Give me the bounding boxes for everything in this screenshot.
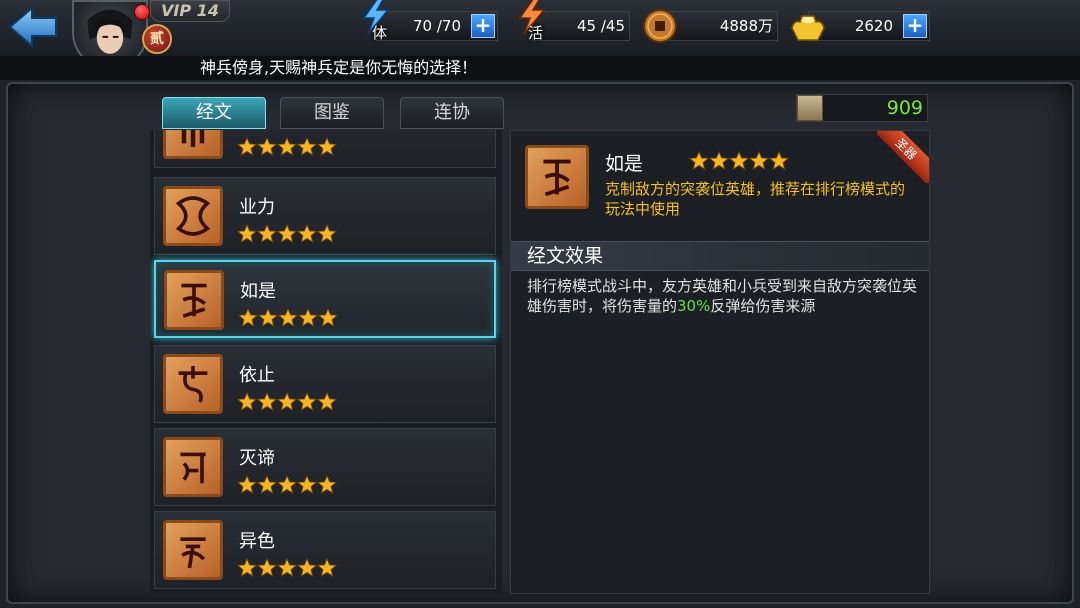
tab-scripture[interactable]: 经文 — [162, 97, 266, 129]
coin-value: 4888万 — [719, 17, 773, 35]
detail-description: 克制敌方的突袭位英雄，推荐在排行榜模式的玩法中使用 — [605, 180, 906, 218]
list-item[interactable]: 依止 — [154, 345, 496, 423]
star-rating — [237, 475, 337, 495]
vip-badge[interactable]: VIP 14 — [150, 0, 230, 22]
copper-coin-icon — [643, 9, 677, 43]
scripture-rune-icon — [164, 270, 224, 330]
list-item[interactable] — [154, 130, 496, 168]
list-item[interactable]: 灭谛 — [154, 428, 496, 506]
effect-description: 排行榜模式战斗中，友方英雄和小兵受到来自敌方突袭位英雄伤害时，将伤害量的30%反… — [527, 276, 919, 316]
effect-text-part: 反弹给伤害来源 — [710, 297, 816, 315]
gold-plus-button[interactable]: + — [903, 14, 927, 38]
list-item-name: 灭谛 — [239, 448, 275, 469]
scroll-resource: 909 — [796, 94, 928, 122]
list-item-name: 业力 — [239, 197, 275, 218]
list-item-name: 如是 — [240, 281, 276, 302]
effect-highlight-value: 30% — [677, 297, 711, 315]
rarity-ribbon: 圣器 — [877, 131, 929, 183]
scripture-rune-icon — [525, 145, 589, 209]
activity-value: 45 /45 — [577, 17, 625, 35]
star-icon — [318, 308, 338, 327]
star-icon — [257, 558, 277, 577]
list-item-selected[interactable]: 如是 — [154, 260, 496, 338]
list-item-name: 异色 — [239, 531, 275, 552]
star-icon — [237, 137, 257, 156]
list-item[interactable]: 异色 — [154, 511, 496, 589]
star-icon — [317, 224, 337, 243]
star-icon — [277, 137, 297, 156]
list-item-name: 依止 — [239, 365, 275, 386]
scripture-rune-icon — [163, 186, 223, 246]
star-rating — [237, 137, 337, 157]
top-bar: VIP 14 贰 70 /70 + 体 45 /45 活 4888万 2620 … — [0, 0, 1080, 70]
scripture-rune-icon — [163, 437, 223, 497]
star-icon — [277, 392, 297, 411]
tab-synergy[interactable]: 连协 — [400, 97, 504, 129]
star-icon — [257, 392, 277, 411]
star-icon — [278, 308, 298, 327]
scripture-list[interactable]: 业力 如是 依止 灭谛 异色 — [150, 130, 502, 594]
star-icon — [277, 224, 297, 243]
star-icon — [277, 475, 297, 494]
scroll-resource-value: 909 — [886, 97, 923, 119]
star-icon — [297, 224, 317, 243]
star-rating — [237, 224, 337, 244]
tab-collection[interactable]: 图鉴 — [280, 97, 384, 129]
star-icon — [317, 392, 337, 411]
stamina-value: 70 /70 — [413, 17, 461, 35]
scripture-rune-icon — [163, 130, 223, 159]
back-button[interactable] — [6, 4, 62, 50]
star-icon — [277, 558, 297, 577]
gold-value: 2620 — [854, 17, 893, 35]
star-rating — [237, 392, 337, 412]
star-icon — [257, 224, 277, 243]
star-icon — [769, 151, 789, 170]
star-icon — [709, 151, 729, 170]
detail-panel: 如是 克制敌方的突袭位英雄，推荐在排行榜模式的玩法中使用 圣器 经文效果 排行榜… — [510, 130, 930, 594]
star-icon — [297, 137, 317, 156]
star-icon — [237, 224, 257, 243]
star-icon — [749, 151, 769, 170]
star-icon — [297, 558, 317, 577]
star-icon — [317, 558, 337, 577]
back-arrow-icon — [8, 5, 57, 49]
star-icon — [689, 151, 709, 170]
rank-badge: 贰 — [142, 24, 172, 54]
star-rating — [237, 558, 337, 578]
star-icon — [297, 475, 317, 494]
star-icon — [238, 308, 258, 327]
star-icon — [317, 137, 337, 156]
star-icon — [257, 475, 277, 494]
rarity-corner-tag: 圣器 — [877, 131, 929, 183]
scroll-icon — [797, 95, 823, 121]
star-icon — [317, 475, 337, 494]
star-icon — [257, 137, 277, 156]
detail-title: 如是 — [605, 153, 644, 175]
star-icon — [258, 308, 278, 327]
scripture-rune-icon — [163, 354, 223, 414]
notification-dot — [134, 4, 150, 20]
effect-section-header: 经文效果 — [511, 241, 929, 271]
star-rating — [238, 308, 338, 328]
star-icon — [298, 308, 318, 327]
scripture-rune-icon — [163, 520, 223, 580]
star-icon — [237, 558, 257, 577]
marquee-announcement: 神兵傍身,天赐神兵定是你无悔的选择！ — [0, 56, 1080, 80]
star-icon — [729, 151, 749, 170]
stamina-plus-button[interactable]: + — [471, 14, 495, 38]
detail-star-rating — [689, 151, 789, 175]
star-icon — [237, 475, 257, 494]
star-icon — [237, 392, 257, 411]
stamina-label: 体 — [372, 24, 388, 42]
activity-label: 活 — [528, 24, 544, 42]
list-item[interactable]: 业力 — [154, 177, 496, 255]
star-icon — [297, 392, 317, 411]
gold-ingot-icon — [791, 15, 825, 41]
